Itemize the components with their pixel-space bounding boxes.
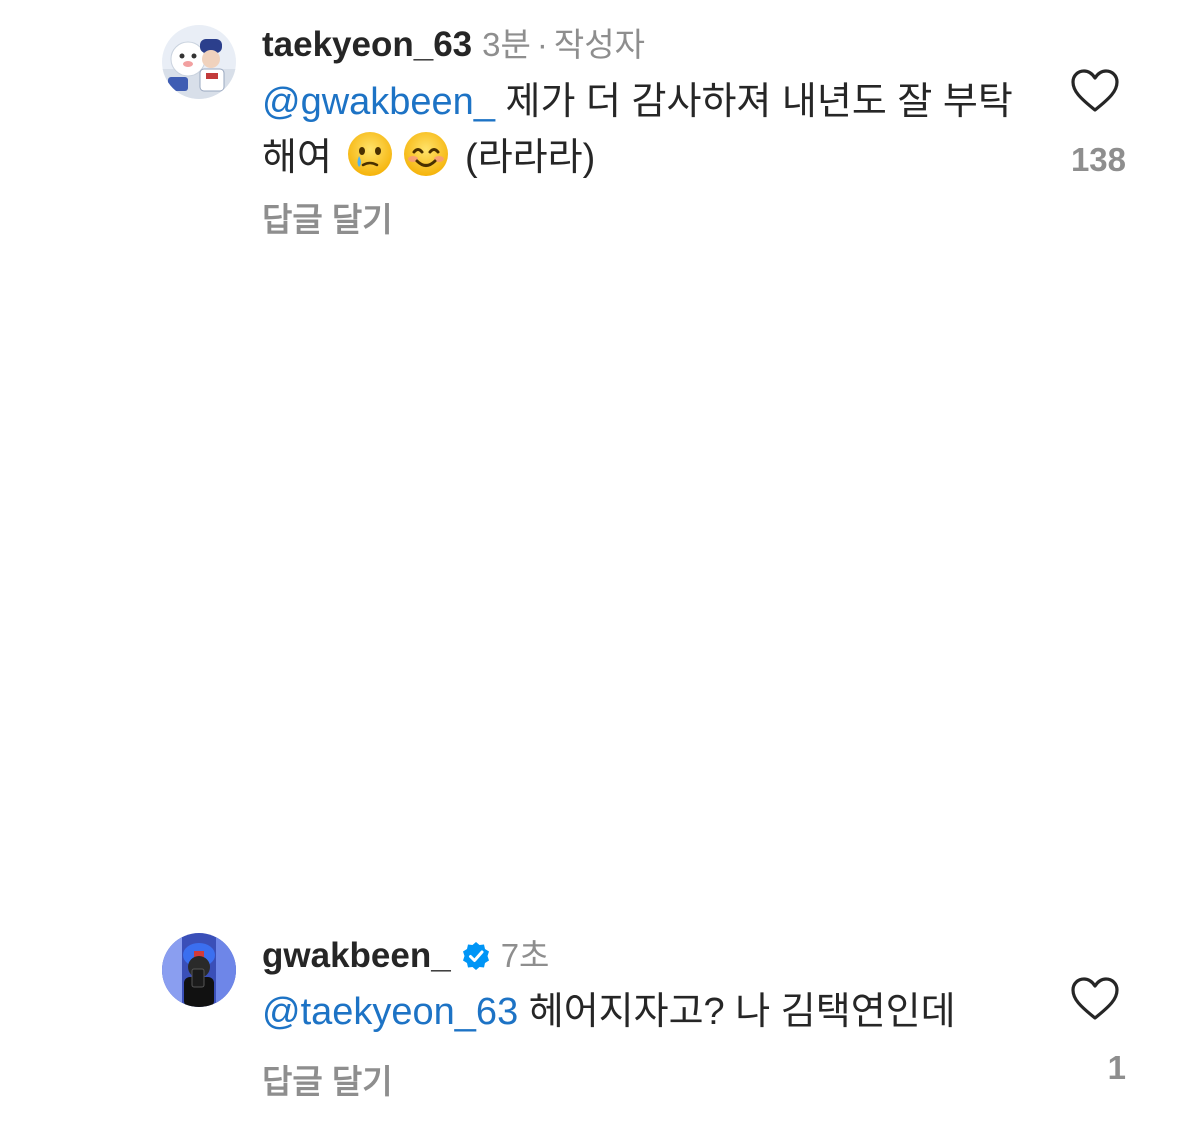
like-count: 138 <box>1070 141 1126 178</box>
holding-back-tears-emoji-icon <box>346 130 394 194</box>
mention-link[interactable]: @taekyeon_63 <box>262 991 518 1033</box>
comment-header: gwakbeen_ 7초 <box>262 936 549 980</box>
comment-text: @gwakbeen_ 제가 더 감사하져 내년도 잘 부탁해여 (라라라) <box>262 75 1022 194</box>
verified-badge-icon <box>461 940 491 980</box>
timestamp: 3분 <box>482 26 531 63</box>
comment-gwakbeen: gwakbeen_ 7초 @taekyeon_63 헤어지자고? 나 김택연인데… <box>0 900 1179 1133</box>
separator-dot: · <box>536 26 548 63</box>
smiling-face-emoji-icon <box>402 130 450 194</box>
mention-link[interactable]: @gwakbeen_ <box>262 81 495 123</box>
avatar[interactable] <box>162 933 236 1007</box>
username-link[interactable]: gwakbeen_ <box>262 936 451 975</box>
author-badge: 작성자 <box>553 26 645 63</box>
avatar[interactable] <box>162 25 236 99</box>
comment-body-suffix: (라라라) <box>454 137 596 179</box>
heart-icon[interactable] <box>1070 68 1120 114</box>
timestamp: 7초 <box>500 937 550 974</box>
comment-body: 헤어지자고? 나 김택연인데 <box>518 991 956 1033</box>
like-count: 1 <box>1107 1049 1126 1086</box>
comment-taekyeon: taekyeon_63 3분 · 작성자 @gwakbeen_ 제가 더 감사하져 내… <box>0 0 1179 260</box>
profile-photo-icon <box>162 933 236 1007</box>
username-link[interactable]: taekyeon_63 <box>262 25 472 64</box>
reply-button[interactable]: 답글 달기 <box>262 1062 393 1102</box>
comment-text: @taekyeon_63 헤어지자고? 나 김택연인데 <box>262 985 1022 1040</box>
reply-button[interactable]: 답글 달기 <box>262 200 393 240</box>
profile-photo-icon <box>162 25 236 99</box>
heart-icon[interactable] <box>1070 976 1120 1022</box>
comment-header: taekyeon_63 3분 · 작성자 <box>262 25 645 65</box>
